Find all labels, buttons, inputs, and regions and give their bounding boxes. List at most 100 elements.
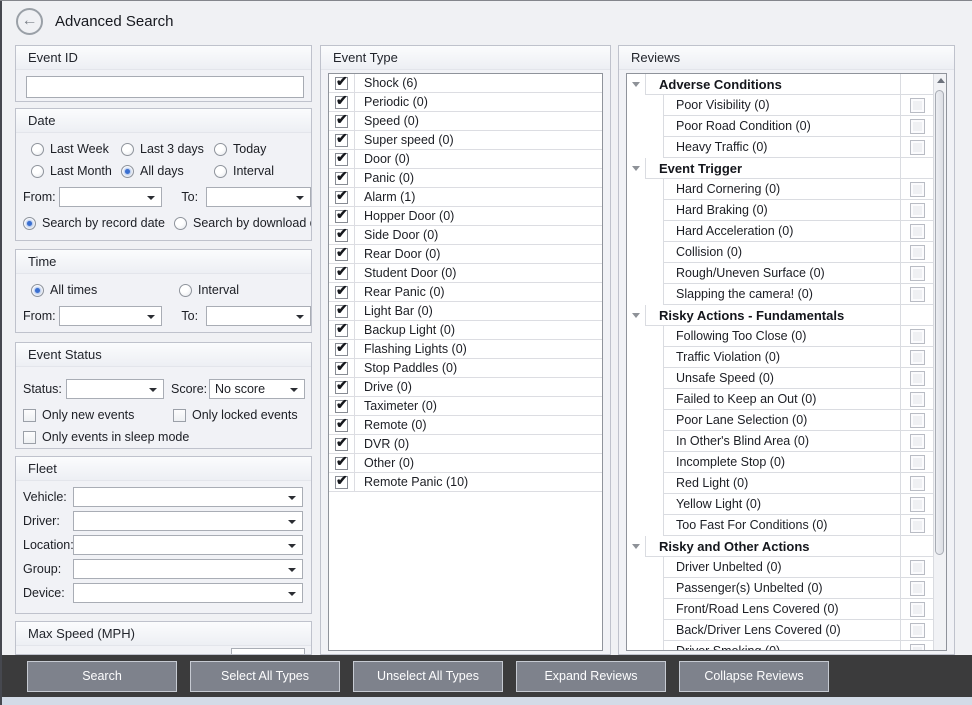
checkbox-checked-icon[interactable]: ✔ xyxy=(335,457,348,470)
review-checkbox[interactable] xyxy=(910,476,925,491)
event-type-row-hopper-door-0[interactable]: ✔Hopper Door (0) xyxy=(329,207,602,226)
review-checkbox[interactable] xyxy=(910,224,925,239)
review-row-collision-0[interactable]: Collision (0) xyxy=(627,242,933,263)
event-type-row-shock-6[interactable]: ✔Shock (6) xyxy=(329,74,602,93)
radio-interval[interactable]: Interval xyxy=(214,164,311,178)
review-row-hard-braking-0[interactable]: Hard Braking (0) xyxy=(627,200,933,221)
radio-interval[interactable]: Interval xyxy=(179,283,311,297)
review-checkbox[interactable] xyxy=(910,560,925,575)
search-button[interactable]: Search xyxy=(27,661,177,692)
checkbox-checked-icon[interactable]: ✔ xyxy=(335,134,348,147)
max-speed-input[interactable] xyxy=(231,648,305,655)
scrollbar-up-arrow-icon[interactable] xyxy=(937,78,945,83)
event-type-row-student-door-0[interactable]: ✔Student Door (0) xyxy=(329,264,602,283)
collapse-arrow-icon[interactable] xyxy=(627,74,645,95)
checkbox-checked-icon[interactable]: ✔ xyxy=(335,77,348,90)
checkbox-only-events-in-sleep-mode[interactable]: Only events in sleep mode xyxy=(23,430,311,444)
review-checkbox[interactable] xyxy=(910,266,925,281)
review-checkbox[interactable] xyxy=(910,434,925,449)
event-type-row-door-0[interactable]: ✔Door (0) xyxy=(329,150,602,169)
review-row-failed-to-keep-an-out-0[interactable]: Failed to Keep an Out (0) xyxy=(627,389,933,410)
fleet-location-combo[interactable] xyxy=(73,535,303,555)
radio-last-week[interactable]: Last Week xyxy=(31,142,121,156)
event-type-row-super-speed-0[interactable]: ✔Super speed (0) xyxy=(329,131,602,150)
review-row-in-other-s-blind-area-0[interactable]: In Other's Blind Area (0) xyxy=(627,431,933,452)
event-type-row-dvr-0[interactable]: ✔DVR (0) xyxy=(329,435,602,454)
event-type-row-taximeter-0[interactable]: ✔Taximeter (0) xyxy=(329,397,602,416)
checkbox-checked-icon[interactable]: ✔ xyxy=(335,96,348,109)
collapse-arrow-icon[interactable] xyxy=(627,536,645,557)
review-checkbox[interactable] xyxy=(910,602,925,617)
checkbox-checked-icon[interactable]: ✔ xyxy=(335,267,348,280)
checkbox-only-locked-events[interactable]: Only locked events xyxy=(173,408,311,422)
review-group-row-event-trigger[interactable]: Event Trigger xyxy=(627,158,933,179)
review-row-back-driver-lens-covered-0[interactable]: Back/Driver Lens Covered (0) xyxy=(627,620,933,641)
review-checkbox[interactable] xyxy=(910,644,925,652)
checkbox-checked-icon[interactable]: ✔ xyxy=(335,362,348,375)
review-checkbox[interactable] xyxy=(910,350,925,365)
event-type-row-drive-0[interactable]: ✔Drive (0) xyxy=(329,378,602,397)
review-checkbox[interactable] xyxy=(910,245,925,260)
review-row-front-road-lens-covered-0[interactable]: Front/Road Lens Covered (0) xyxy=(627,599,933,620)
fleet-device-combo[interactable] xyxy=(73,583,303,603)
fleet-driver-combo[interactable] xyxy=(73,511,303,531)
review-checkbox[interactable] xyxy=(910,371,925,386)
review-group-row-adverse-conditions[interactable]: Adverse Conditions xyxy=(627,74,933,95)
checkbox-only-new-events[interactable]: Only new events xyxy=(23,408,173,422)
radio-search-by-download-date[interactable]: Search by download date xyxy=(174,216,312,230)
time-from-combo[interactable] xyxy=(59,306,162,326)
checkbox-checked-icon[interactable]: ✔ xyxy=(335,248,348,261)
review-row-poor-lane-selection-0[interactable]: Poor Lane Selection (0) xyxy=(627,410,933,431)
checkbox-checked-icon[interactable]: ✔ xyxy=(335,153,348,166)
checkbox-checked-icon[interactable]: ✔ xyxy=(335,191,348,204)
review-checkbox[interactable] xyxy=(910,455,925,470)
expand-reviews-button[interactable]: Expand Reviews xyxy=(516,661,666,692)
event-type-row-remote-panic-10[interactable]: ✔Remote Panic (10) xyxy=(329,473,602,492)
event-type-row-side-door-0[interactable]: ✔Side Door (0) xyxy=(329,226,602,245)
review-row-slapping-the-camera-0[interactable]: Slapping the camera! (0) xyxy=(627,284,933,305)
review-row-driver-smoking-0[interactable]: Driver Smoking (0) xyxy=(627,641,933,651)
checkbox-checked-icon[interactable]: ✔ xyxy=(335,115,348,128)
review-row-too-fast-for-conditions-0[interactable]: Too Fast For Conditions (0) xyxy=(627,515,933,536)
checkbox-checked-icon[interactable]: ✔ xyxy=(335,286,348,299)
time-to-combo[interactable] xyxy=(206,306,311,326)
event-type-row-stop-paddles-0[interactable]: ✔Stop Paddles (0) xyxy=(329,359,602,378)
date-from-combo[interactable] xyxy=(59,187,162,207)
review-row-hard-acceleration-0[interactable]: Hard Acceleration (0) xyxy=(627,221,933,242)
event-id-input[interactable] xyxy=(26,76,304,98)
checkbox-checked-icon[interactable]: ✔ xyxy=(335,305,348,318)
fleet-vehicle-combo[interactable] xyxy=(73,487,303,507)
review-checkbox[interactable] xyxy=(910,392,925,407)
checkbox-checked-icon[interactable]: ✔ xyxy=(335,381,348,394)
review-checkbox[interactable] xyxy=(910,119,925,134)
event-type-row-speed-0[interactable]: ✔Speed (0) xyxy=(329,112,602,131)
checkbox-checked-icon[interactable]: ✔ xyxy=(335,476,348,489)
review-row-traffic-violation-0[interactable]: Traffic Violation (0) xyxy=(627,347,933,368)
review-row-yellow-light-0[interactable]: Yellow Light (0) xyxy=(627,494,933,515)
checkbox-checked-icon[interactable]: ✔ xyxy=(335,438,348,451)
review-checkbox[interactable] xyxy=(910,287,925,302)
collapse-arrow-icon[interactable] xyxy=(627,305,645,326)
checkbox-checked-icon[interactable]: ✔ xyxy=(335,343,348,356)
score-combo[interactable]: No score xyxy=(209,379,305,399)
event-type-row-panic-0[interactable]: ✔Panic (0) xyxy=(329,169,602,188)
review-row-poor-visibility-0[interactable]: Poor Visibility (0) xyxy=(627,95,933,116)
event-type-row-periodic-0[interactable]: ✔Periodic (0) xyxy=(329,93,602,112)
review-row-red-light-0[interactable]: Red Light (0) xyxy=(627,473,933,494)
review-checkbox[interactable] xyxy=(910,497,925,512)
event-type-row-rear-door-0[interactable]: ✔Rear Door (0) xyxy=(329,245,602,264)
review-checkbox[interactable] xyxy=(910,98,925,113)
collapse-arrow-icon[interactable] xyxy=(627,158,645,179)
event-type-row-alarm-1[interactable]: ✔Alarm (1) xyxy=(329,188,602,207)
review-row-following-too-close-0[interactable]: Following Too Close (0) xyxy=(627,326,933,347)
checkbox-checked-icon[interactable]: ✔ xyxy=(335,210,348,223)
checkbox-checked-icon[interactable]: ✔ xyxy=(335,324,348,337)
review-checkbox[interactable] xyxy=(910,518,925,533)
radio-all-days[interactable]: All days xyxy=(121,164,214,178)
reviews-scrollbar[interactable] xyxy=(933,74,946,650)
review-row-incomplete-stop-0[interactable]: Incomplete Stop (0) xyxy=(627,452,933,473)
radio-last-3-days[interactable]: Last 3 days xyxy=(121,142,214,156)
review-group-row-risky-actions-fundamentals[interactable]: Risky Actions - Fundamentals xyxy=(627,305,933,326)
event-type-row-remote-0[interactable]: ✔Remote (0) xyxy=(329,416,602,435)
event-type-row-light-bar-0[interactable]: ✔Light Bar (0) xyxy=(329,302,602,321)
